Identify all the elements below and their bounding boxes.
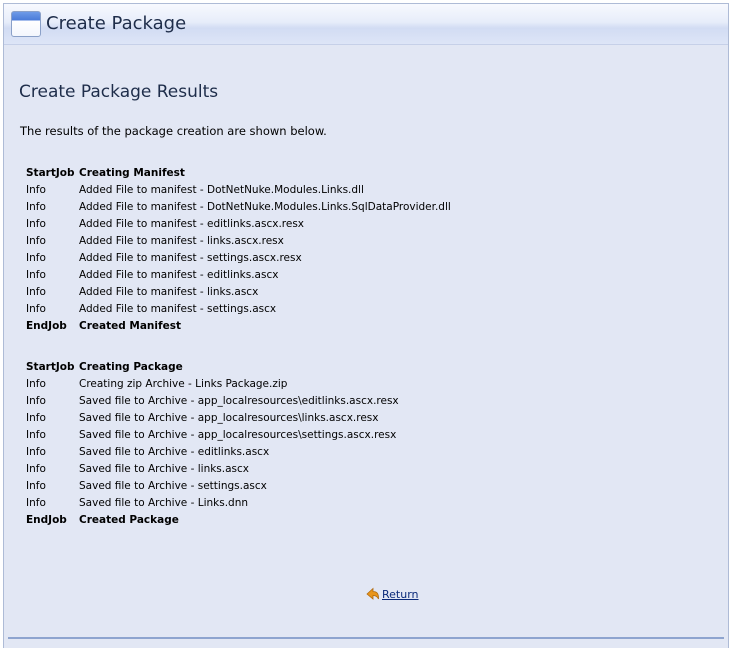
log-type: Info xyxy=(26,429,46,441)
log-type: StartJob xyxy=(26,167,75,179)
log-type: Info xyxy=(26,286,46,298)
log-message: Saved file to Archive - settings.ascx xyxy=(79,480,267,492)
log-type: StartJob xyxy=(26,361,75,373)
log-type: Info xyxy=(26,303,46,315)
log-type: Info xyxy=(26,446,46,458)
return-arrow-icon xyxy=(366,587,379,600)
log-message: Saved file to Archive - app_localresourc… xyxy=(79,412,379,424)
return-link-label[interactable]: Return xyxy=(382,588,419,601)
log-message: Added File to manifest - settings.ascx.r… xyxy=(79,252,302,264)
log-message: Added File to manifest - DotNetNuke.Modu… xyxy=(79,184,364,196)
log-message: Created Manifest xyxy=(79,320,181,332)
log-type: Info xyxy=(26,378,46,390)
log-type: Info xyxy=(26,412,46,424)
window-icon xyxy=(11,11,41,37)
log-type: Info xyxy=(26,201,46,213)
log-type: EndJob xyxy=(26,514,67,526)
log-message: Saved file to Archive - app_localresourc… xyxy=(79,395,399,407)
log-message: Added File to manifest - editlinks.ascx.… xyxy=(79,218,305,230)
log-type: Info xyxy=(26,480,46,492)
log-message: Added File to manifest - DotNetNuke.Modu… xyxy=(79,201,451,213)
log-type: Info xyxy=(26,218,46,230)
log-message: Saved file to Archive - links.ascx xyxy=(79,463,250,475)
create-package-panel: Create Package Create Package Results Th… xyxy=(3,3,729,648)
log-message: Added File to manifest - links.ascx.resx xyxy=(79,235,284,247)
intro-text: The results of the package creation are … xyxy=(20,124,327,138)
return-link[interactable]: Return xyxy=(366,586,419,604)
panel-header: Create Package xyxy=(4,4,728,45)
log-message: Saved file to Archive - app_localresourc… xyxy=(79,429,397,441)
footer-divider xyxy=(8,637,724,639)
log-type: Info xyxy=(26,269,46,281)
log-message: Added File to manifest - editlinks.ascx xyxy=(79,269,279,281)
log-message: Saved file to Archive - editlinks.ascx xyxy=(79,446,270,458)
log-message: Created Package xyxy=(79,514,179,526)
log-message: Creating Manifest xyxy=(79,167,185,179)
log-type: Info xyxy=(26,252,46,264)
log-message: Creating Package xyxy=(79,361,183,373)
log-type: Info xyxy=(26,395,46,407)
log-type: Info xyxy=(26,184,46,196)
log-message: Added File to manifest - settings.ascx xyxy=(79,303,277,315)
section-title: Create Package Results xyxy=(19,82,219,102)
log-message: Creating zip Archive - Links Package.zip xyxy=(79,378,288,390)
log-type: Info xyxy=(26,497,46,509)
log-type: Info xyxy=(26,463,46,475)
log-message: Added File to manifest - links.ascx xyxy=(79,286,259,298)
log-message: Saved file to Archive - Links.dnn xyxy=(79,497,249,509)
log-type: Info xyxy=(26,235,46,247)
panel-title: Create Package xyxy=(46,13,187,34)
log-type: EndJob xyxy=(26,320,67,332)
